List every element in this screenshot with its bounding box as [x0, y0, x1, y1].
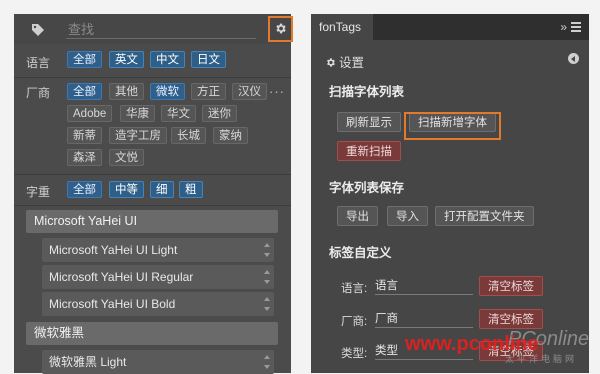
import-button[interactable]: 导入: [387, 206, 428, 226]
weight-label: 字重: [26, 185, 51, 199]
font-item[interactable]: Microsoft YaHei UI Regular: [42, 265, 274, 289]
language-tag-label: 语言:: [341, 283, 368, 295]
vendor-chip-senze[interactable]: 森泽: [67, 149, 102, 166]
open-config-folder-button[interactable]: 打开配置文件夹: [435, 206, 534, 226]
vendor-chip-mini[interactable]: 迷你: [202, 105, 237, 122]
font-item[interactable]: Microsoft YaHei UI Light: [42, 238, 274, 262]
collapse-icon[interactable]: [568, 53, 579, 64]
rescan-button[interactable]: 重新扫描: [337, 141, 401, 161]
filter-toolbar: 查找: [14, 14, 291, 44]
divider: [14, 205, 291, 206]
vendor-chip-xindi[interactable]: 新蒂: [67, 127, 102, 144]
spinner-icon[interactable]: [264, 297, 271, 311]
spinner-icon[interactable]: [264, 243, 271, 257]
language-chip-all[interactable]: 全部: [67, 51, 102, 68]
weight-chip-bold[interactable]: 粗: [179, 181, 203, 198]
export-button[interactable]: 导出: [337, 206, 378, 226]
vendor-chip-wenyue[interactable]: 文悦: [109, 149, 144, 166]
vendor-tag-label: 厂商:: [341, 316, 368, 328]
settings-button[interactable]: [268, 16, 293, 42]
font-filter-panel: 查找 语言 全部 英文 中文 日文 厂商 全部 其他 微软 方正 汉仪 ··· …: [14, 14, 291, 374]
font-item-label: Microsoft YaHei UI Light: [49, 243, 178, 257]
fontags-panel: fonTags » 设置 扫描字体列表 刷新显示 扫描新增字体 重新扫描 字体列…: [311, 14, 589, 373]
vendor-chip-hanyi[interactable]: 汉仪: [232, 83, 267, 100]
vendor-chip-microsoft[interactable]: 微软: [150, 83, 185, 100]
tab-fontags[interactable]: fonTags: [311, 14, 373, 40]
tags-section-title: 标签自定义: [329, 246, 392, 260]
language-chip-chinese[interactable]: 中文: [150, 51, 185, 68]
more-icon[interactable]: ···: [269, 84, 285, 99]
vendor-tag-input[interactable]: 厂商: [375, 312, 473, 328]
vendor-chip-zaozigongfang[interactable]: 造字工房: [109, 127, 167, 144]
expand-arrows-icon[interactable]: »: [560, 20, 567, 34]
font-item[interactable]: Microsoft YaHei UI Bold: [42, 292, 274, 316]
language-label: 语言: [26, 56, 51, 70]
font-family-group[interactable]: 微软雅黑: [26, 322, 278, 345]
font-item-label: 微软雅黑 Light: [49, 355, 127, 369]
watermark-site-name: 太平洋电脑网: [505, 354, 578, 364]
vendor-chip-huawen[interactable]: 华文: [161, 105, 196, 122]
vendor-chip-huakang[interactable]: 华康: [120, 105, 155, 122]
weight-chip-all[interactable]: 全部: [67, 181, 102, 198]
search-input[interactable]: 查找: [66, 22, 256, 39]
weight-chip-medium[interactable]: 中等: [109, 181, 144, 198]
vendor-chip-adobe[interactable]: Adobe: [67, 105, 113, 122]
settings-header[interactable]: 设置: [325, 52, 364, 71]
vendor-chip-monotype[interactable]: 蒙纳: [213, 127, 248, 144]
font-item-label: Microsoft YaHei UI Regular: [49, 270, 194, 284]
type-tag-label: 类型:: [341, 348, 368, 360]
gear-icon: [276, 23, 286, 34]
font-family-group[interactable]: Microsoft YaHei UI: [26, 210, 278, 233]
language-chip-english[interactable]: 英文: [109, 51, 144, 68]
panel-menu-icon[interactable]: [571, 22, 581, 32]
font-item-label: Microsoft YaHei UI Bold: [49, 297, 176, 311]
font-item[interactable]: 微软雅黑 Light: [42, 350, 274, 374]
panel-tabbar: fonTags »: [311, 14, 589, 40]
weight-chip-thin[interactable]: 细: [150, 181, 174, 198]
save-section-title: 字体列表保存: [329, 181, 405, 195]
divider: [14, 77, 291, 78]
language-tag-input[interactable]: 语言: [375, 279, 473, 295]
highlight-box: [404, 112, 501, 140]
scan-section-title: 扫描字体列表: [329, 85, 405, 99]
divider: [14, 174, 291, 175]
clear-language-tags-button[interactable]: 清空标签: [479, 276, 543, 296]
vendor-chip-founder[interactable]: 方正: [191, 83, 226, 100]
settings-label: 设置: [339, 56, 365, 70]
vendor-label: 厂商: [26, 86, 51, 100]
vendor-chip-other[interactable]: 其他: [109, 83, 144, 100]
language-chip-japanese[interactable]: 日文: [191, 51, 226, 68]
refresh-button[interactable]: 刷新显示: [337, 112, 401, 132]
gear-icon: [327, 58, 335, 67]
spinner-icon[interactable]: [264, 355, 271, 369]
clear-vendor-tags-button[interactable]: 清空标签: [479, 309, 543, 329]
vendor-chip-all[interactable]: 全部: [67, 83, 102, 100]
spinner-icon[interactable]: [264, 270, 271, 284]
vendor-chip-changcheng[interactable]: 长城: [171, 127, 206, 144]
tag-icon[interactable]: [32, 24, 44, 36]
